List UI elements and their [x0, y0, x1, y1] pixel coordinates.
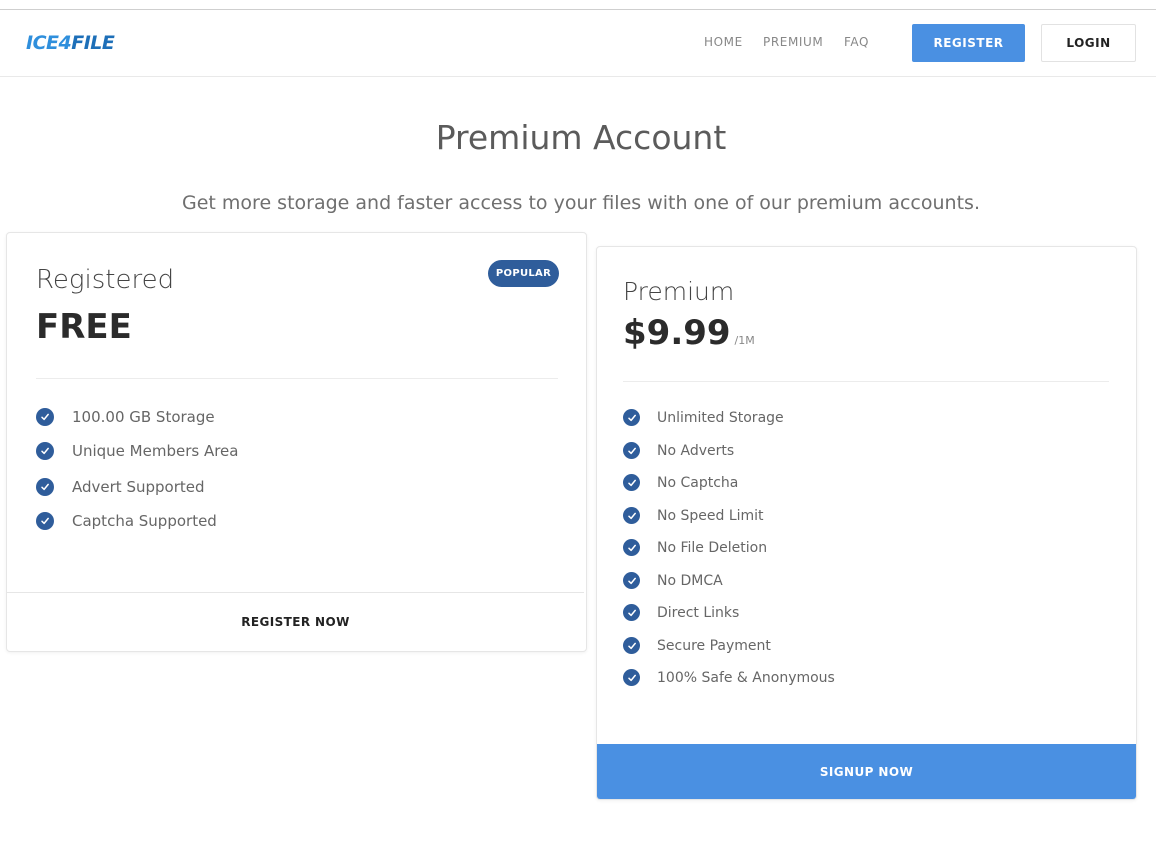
feature-label: Advert Supported — [72, 478, 205, 496]
plan-name: Premium — [623, 277, 735, 306]
feature-label: No File Deletion — [657, 539, 768, 556]
register-now-button[interactable]: REGISTER NOW — [7, 592, 584, 650]
feature-item: Unlimited Storage — [623, 409, 784, 426]
check-icon — [623, 539, 640, 556]
check-icon — [36, 408, 54, 426]
feature-item: No Adverts — [623, 442, 734, 459]
site-logo[interactable]: ICE4FILE — [26, 32, 115, 54]
feature-item: 100% Safe & Anonymous — [623, 669, 835, 686]
feature-label: Unlimited Storage — [657, 409, 784, 426]
feature-item: No DMCA — [623, 572, 723, 589]
nav-home-link[interactable]: HOME — [704, 35, 743, 49]
check-icon — [623, 409, 640, 426]
feature-label: Secure Payment — [657, 637, 771, 654]
card-divider — [36, 378, 558, 379]
feature-label: Direct Links — [657, 604, 740, 621]
check-icon — [36, 478, 54, 496]
plan-name: Registered — [36, 265, 175, 295]
feature-label: No Captcha — [657, 474, 739, 491]
check-icon — [36, 512, 54, 530]
feature-item: Advert Supported — [36, 478, 205, 496]
page-subtitle: Get more storage and faster access to yo… — [182, 192, 980, 214]
card-divider — [623, 381, 1109, 382]
plan-card-registered: Registered FREE POPULAR 100.00 GB Storag… — [6, 232, 587, 652]
login-button[interactable]: LOGIN — [1041, 24, 1136, 62]
nav-premium-link[interactable]: PREMIUM — [763, 35, 823, 49]
check-icon — [623, 474, 640, 491]
feature-item: No Captcha — [623, 474, 738, 491]
check-icon — [623, 669, 640, 686]
check-icon — [623, 604, 640, 621]
check-icon — [623, 442, 640, 459]
plan-price-row: $9.99/1M — [623, 313, 755, 353]
navbar: ICE4FILE HOME PREMIUM FAQ REGISTER LOGIN — [0, 10, 1156, 77]
feature-item: No File Deletion — [623, 539, 767, 556]
feature-item: Secure Payment — [623, 637, 771, 654]
plan-price: FREE — [36, 307, 132, 347]
check-icon — [623, 507, 640, 524]
nav-faq-link[interactable]: FAQ — [844, 35, 869, 49]
page-title: Premium Account — [435, 118, 727, 157]
feature-item: Captcha Supported — [36, 512, 217, 530]
feature-item: Unique Members Area — [36, 442, 238, 460]
feature-item: 100.00 GB Storage — [36, 408, 215, 426]
feature-label: No DMCA — [657, 572, 723, 589]
popular-badge: POPULAR — [488, 260, 559, 287]
plan-card-premium: Premium $9.99/1M Unlimited Storage No Ad… — [596, 246, 1137, 800]
feature-label: 100.00 GB Storage — [72, 408, 215, 426]
logo-text-part1: ICE4 — [26, 32, 72, 54]
check-icon — [36, 442, 54, 460]
feature-label: Unique Members Area — [72, 442, 239, 460]
feature-label: No Speed Limit — [657, 507, 764, 524]
logo-text-part2: FILE — [71, 32, 115, 54]
feature-label: No Adverts — [657, 442, 735, 459]
price-period: /1M — [734, 334, 755, 347]
feature-label: 100% Safe & Anonymous — [657, 669, 835, 686]
feature-item: No Speed Limit — [623, 507, 764, 524]
feature-label: Captcha Supported — [72, 512, 217, 530]
plan-price: $9.99 — [623, 313, 731, 353]
signup-now-button[interactable]: SIGNUP NOW — [597, 744, 1136, 799]
register-button[interactable]: REGISTER — [912, 24, 1025, 62]
check-icon — [623, 572, 640, 589]
feature-item: Direct Links — [623, 604, 739, 621]
check-icon — [623, 637, 640, 654]
